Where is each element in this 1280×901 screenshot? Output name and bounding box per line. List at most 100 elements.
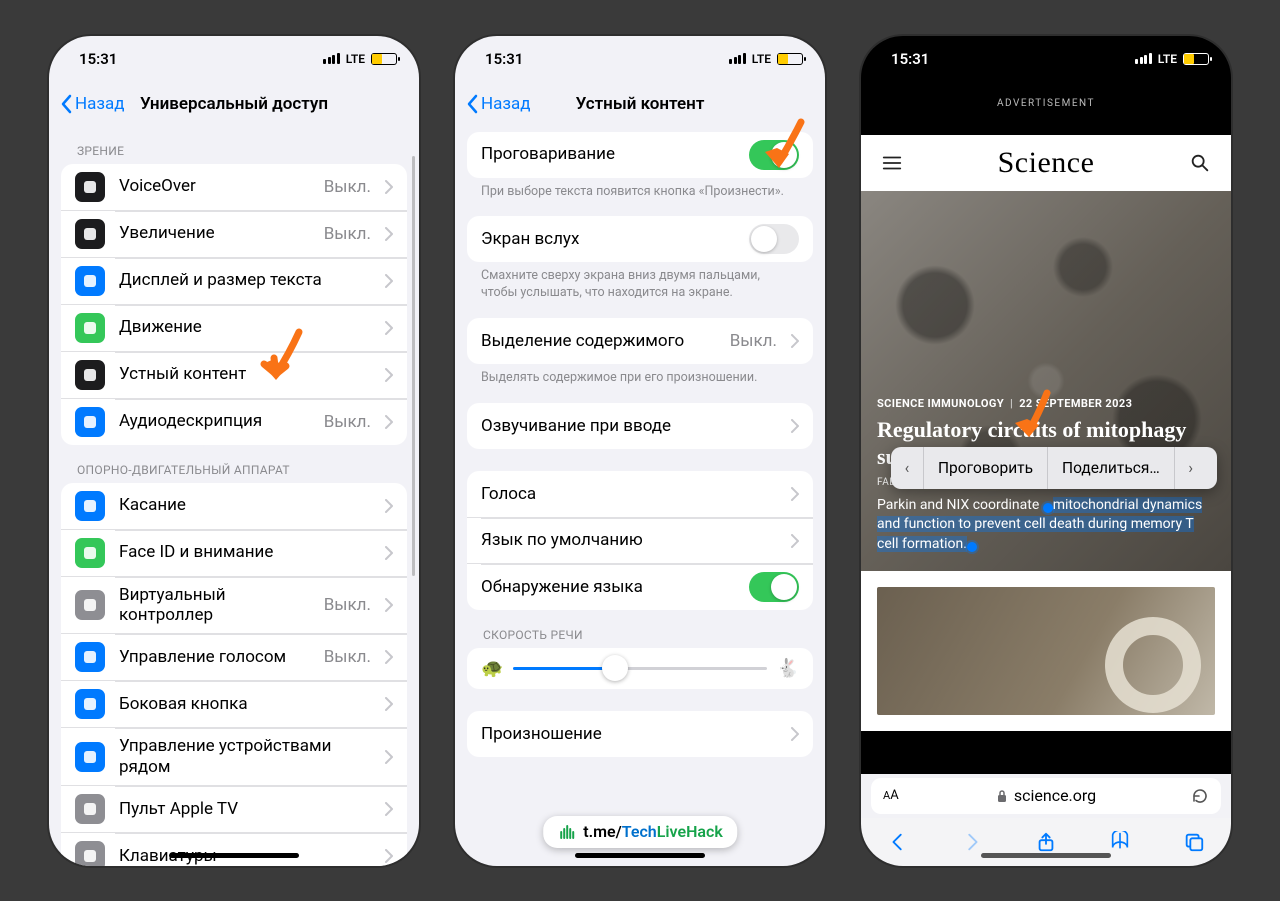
list-group-vision: VoiceOverВыкл.УвеличениеВыкл.Дисплей и р… [61, 164, 407, 445]
row-pronunciations[interactable]: Произношение [467, 711, 813, 757]
row-default-language[interactable]: Язык по умолчанию [467, 517, 813, 563]
phone-screenshot-2: 15:31 LTE Назад Устный контент Проговари… [455, 36, 825, 866]
row-icon [75, 794, 105, 824]
chevron-right-icon [385, 274, 393, 288]
chevron-right-icon [385, 750, 393, 764]
row-icon [75, 266, 105, 296]
reader-button[interactable]: AA [883, 788, 899, 803]
context-menu: ‹ Проговорить Поделиться… › [891, 447, 1217, 489]
article-description: Parkin and NIX coordinate mitochondrial … [877, 496, 1215, 555]
tortoise-icon: 🐢 [481, 658, 503, 679]
phone-screenshot-1: 15:31 LTE Назад Универсальный доступ ЗРЕ… [49, 36, 419, 866]
settings-row[interactable]: Движение [61, 304, 407, 351]
row-label: Произношение [481, 724, 777, 744]
settings-row[interactable]: Клавиатуры [61, 832, 407, 865]
settings-row[interactable]: Виртуальный контроллерВыкл. [61, 576, 407, 634]
list-group: Экран вслух [467, 216, 813, 262]
context-share-button[interactable]: Поделиться… [1048, 447, 1174, 489]
settings-row[interactable]: Управление голосом Выкл. [61, 633, 407, 680]
settings-row[interactable]: Face ID и внимание [61, 529, 407, 576]
settings-row[interactable]: VoiceOver Выкл. [61, 164, 407, 210]
row-label: Управление голосом [119, 647, 310, 667]
chevron-right-icon [385, 415, 393, 429]
tabs-icon[interactable] [1183, 831, 1205, 853]
hamburger-icon[interactable] [881, 152, 903, 174]
status-bar: 15:31 LTE [861, 36, 1231, 82]
row-icon [75, 841, 105, 865]
list-group: Озвучивание при вводе [467, 403, 813, 449]
selection-handle-start[interactable] [1043, 503, 1053, 513]
row-label: Движение [119, 317, 371, 337]
settings-row[interactable]: УвеличениеВыкл. [61, 210, 407, 257]
toggle-speak-screen[interactable] [749, 224, 799, 254]
leaf-icon [557, 822, 577, 842]
search-icon[interactable] [1189, 152, 1211, 174]
toggle-detect-language[interactable] [749, 572, 799, 602]
watermark-badge: t.me/TechLiveHack [543, 816, 737, 848]
settings-row[interactable]: Боковая кнопка [61, 680, 407, 727]
site-logo[interactable]: Science [998, 146, 1095, 180]
row-label: Face ID и внимание [119, 542, 371, 562]
row-speak-screen[interactable]: Экран вслух [467, 216, 813, 262]
chevron-right-icon [385, 499, 393, 513]
row-value: Выкл. [324, 224, 371, 244]
row-label: Проговаривание [481, 144, 735, 164]
row-value: Выкл. [730, 331, 777, 351]
chevron-left-icon [465, 94, 479, 114]
chevron-right-icon [385, 697, 393, 711]
chevron-right-icon [385, 546, 393, 560]
back-button[interactable]: Назад [465, 94, 531, 114]
back-button[interactable]: Назад [59, 94, 125, 114]
home-indicator [981, 853, 1111, 858]
back-label: Назад [75, 94, 125, 114]
row-value: Выкл. [324, 177, 371, 197]
settings-row[interactable]: Дисплей и размер текста [61, 257, 407, 304]
back-icon[interactable] [887, 831, 909, 853]
list-group-rate: 🐢 🐇 [467, 648, 813, 689]
context-speak-button[interactable]: Проговорить [924, 447, 1047, 489]
settings-content[interactable]: Проговаривание При выборе текста появитс… [455, 126, 825, 866]
settings-row[interactable]: Управление устройствами рядом [61, 727, 407, 785]
chevron-right-icon [791, 727, 799, 741]
context-prev-button[interactable]: ‹ [891, 459, 923, 477]
status-right: LTE [323, 52, 397, 66]
row-label: Голоса [481, 484, 777, 504]
hero-article[interactable]: SCIENCE IMMUNOLOGY|22 SEPTEMBER 2023 Reg… [861, 191, 1231, 571]
chevron-left-icon [59, 94, 73, 114]
site-header: Science [861, 135, 1231, 191]
network-label: LTE [752, 52, 771, 66]
reload-icon[interactable] [1191, 787, 1209, 805]
row-label: Экран вслух [481, 229, 735, 249]
signal-icon [1135, 53, 1152, 64]
next-article-preview[interactable] [861, 571, 1231, 731]
row-label: Язык по умолчанию [481, 530, 777, 550]
annotation-arrow [254, 324, 314, 394]
row-icon [75, 742, 105, 772]
settings-row[interactable]: Касание [61, 483, 407, 529]
settings-content[interactable]: ЗРЕНИЕ VoiceOverВыкл.УвеличениеВыкл.Дисп… [49, 126, 419, 866]
row-value: Выкл. [324, 647, 371, 667]
status-time: 15:31 [485, 50, 523, 68]
settings-row[interactable]: Устный контент [61, 351, 407, 398]
row-typing-feedback[interactable]: Озвучивание при вводе [467, 403, 813, 449]
url-field[interactable]: AA science.org [871, 778, 1221, 814]
share-icon[interactable] [1035, 831, 1057, 853]
selection-handle-end[interactable] [967, 542, 977, 552]
status-time: 15:31 [79, 50, 117, 68]
settings-row[interactable]: Пульт Apple TV [61, 785, 407, 832]
row-detect-language[interactable]: Обнаружение языка [467, 563, 813, 610]
row-label: Аудиодескрипция [119, 411, 310, 431]
settings-row[interactable]: АудиодескрипцияВыкл. [61, 398, 407, 445]
row-label: VoiceOver [119, 176, 310, 196]
bookmarks-icon[interactable] [1109, 831, 1131, 853]
rate-slider[interactable] [513, 667, 766, 670]
context-next-button[interactable]: › [1175, 459, 1207, 477]
home-indicator [575, 853, 705, 858]
chevron-right-icon [791, 487, 799, 501]
row-icon [75, 407, 105, 437]
list-group-motor: Касание Face ID и внимание Виртуальный кон… [61, 483, 407, 866]
forward-icon[interactable] [961, 831, 983, 853]
journal-name: SCIENCE IMMUNOLOGY [877, 397, 1004, 410]
row-highlight-content[interactable]: Выделение содержимого Выкл. [467, 318, 813, 364]
row-voices[interactable]: Голоса [467, 471, 813, 517]
